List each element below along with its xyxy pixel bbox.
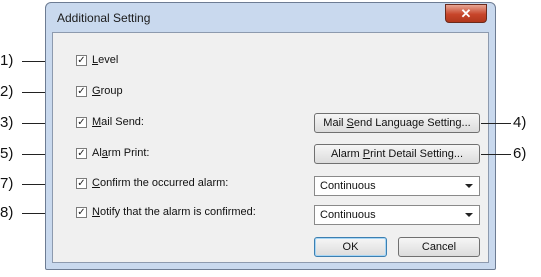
callout-number: 1) — [0, 52, 14, 69]
dialog-title: Additional Setting — [57, 11, 151, 25]
close-icon: ✕ — [460, 6, 472, 21]
callout-line — [481, 154, 511, 155]
alarm-print-detail-setting-button[interactable]: Alarm Print Detail Setting... — [314, 144, 480, 164]
callout-number: 7) — [0, 175, 14, 192]
callout-number: 6) — [513, 145, 527, 162]
notify-confirmed-select[interactable]: Continuous — [314, 205, 480, 225]
callout-7: 7) — [0, 175, 48, 194]
ok-button[interactable]: OK — [314, 237, 387, 257]
notify-confirmed-label: Notify that the alarm is confirmed: — [92, 206, 256, 218]
mail-send-checkbox[interactable]: ✓ — [76, 117, 87, 128]
notify-confirmed-checkbox[interactable]: ✓ — [76, 207, 87, 218]
group-checkbox[interactable]: ✓ — [76, 86, 87, 97]
close-button[interactable]: ✕ — [445, 4, 487, 23]
confirm-occurred-select[interactable]: Continuous — [314, 176, 480, 196]
callout-3: 3) — [0, 114, 48, 133]
confirm-occurred-label: Confirm the occurred alarm: — [92, 177, 229, 189]
callout-number: 3) — [0, 114, 14, 131]
callout-6: 6) — [481, 145, 541, 164]
additional-setting-dialog: Additional Setting ✕ ✓ Level ✓ Group ✓ M… — [45, 2, 496, 270]
callout-5: 5) — [0, 145, 48, 164]
alarm-print-checkbox[interactable]: ✓ — [76, 148, 87, 159]
alarm-print-label: Alarm Print: — [92, 147, 150, 159]
callout-8: 8) — [0, 204, 48, 223]
chevron-down-icon — [465, 184, 473, 188]
callout-number: 4) — [513, 114, 527, 131]
level-label: Level — [92, 54, 119, 66]
confirm-occurred-checkbox[interactable]: ✓ — [76, 178, 87, 189]
mail-send-language-setting-button[interactable]: Mail Send Language Setting... — [314, 113, 480, 133]
callout-4: 4) — [481, 114, 541, 133]
callout-line — [481, 123, 511, 124]
notify-confirmed-select-value: Continuous — [320, 209, 376, 221]
mail-send-label: Mail Send: — [92, 116, 144, 128]
cancel-button[interactable]: Cancel — [398, 237, 480, 257]
callout-1: 1) — [0, 52, 48, 71]
level-checkbox[interactable]: ✓ — [76, 55, 87, 66]
chevron-down-icon — [465, 213, 473, 217]
callout-2: 2) — [0, 83, 48, 102]
callout-number: 5) — [0, 145, 14, 162]
confirm-occurred-select-value: Continuous — [320, 180, 376, 192]
dialog-client-area: ✓ Level ✓ Group ✓ Mail Send: ✓ Alarm Pri… — [52, 32, 489, 263]
callout-number: 2) — [0, 83, 14, 100]
group-label: Group — [92, 85, 123, 97]
callout-number: 8) — [0, 204, 14, 221]
